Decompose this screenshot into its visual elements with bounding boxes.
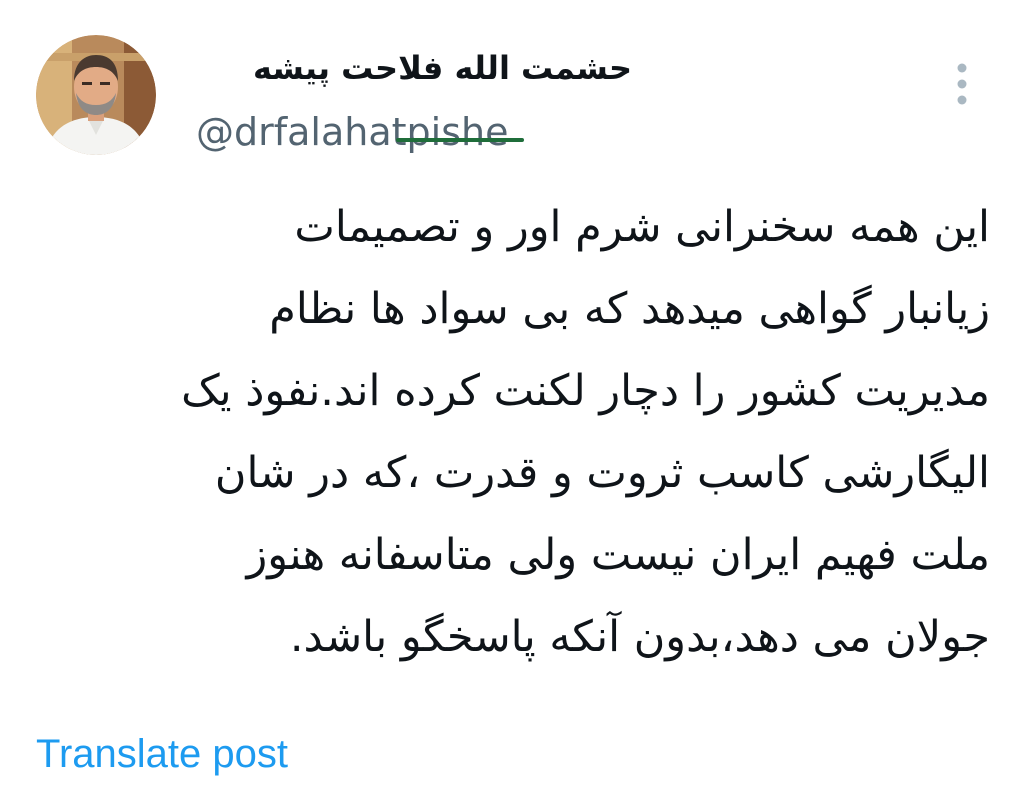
tweet-text-line: جولان می دهد،بدون آنکه پاسخگو باشد.: [289, 612, 990, 662]
tweet-text-line: زیانبار گواهی میدهد که بی سواد ها نظام: [269, 284, 990, 334]
tweet-text-line: الیگارشی کاسب ثروت و قدرت ،که در شان: [214, 448, 990, 498]
tweet-text-line: مدیریت کشور را دچار لکنت کرده اند.نفوذ ی…: [181, 366, 990, 416]
profile-photo: [36, 35, 156, 155]
tweet-card: حشمت الله فلاحت پیشه @drfalahatpishe این…: [0, 0, 1024, 812]
author-handle[interactable]: @drfalahatpishe: [196, 104, 508, 160]
more-vertical-icon[interactable]: [946, 60, 978, 108]
handle-overlay-mark: [396, 138, 524, 142]
tweet-text-line: ملت فهیم ایران نیست ولی متاسفانه هنوز: [246, 530, 990, 580]
translate-post-link[interactable]: Translate post: [36, 726, 288, 782]
author-display-name[interactable]: حشمت الله فلاحت پیشه: [192, 40, 632, 96]
avatar[interactable]: [36, 35, 156, 155]
tweet-text-line: این همه سخنرانی شرم اور و تصمیمات: [294, 202, 990, 252]
tweet-text: این همه سخنرانی شرم اور و تصمیمات زیانبا…: [30, 186, 990, 678]
